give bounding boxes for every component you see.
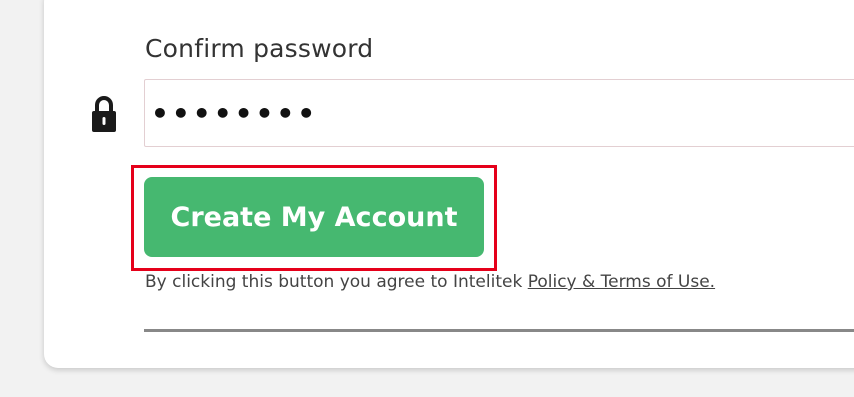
lock-icon [92, 96, 116, 132]
divider [144, 329, 854, 332]
terms-text: By clicking this button you agree to Int… [145, 272, 528, 292]
terms-notice: By clicking this button you agree to Int… [145, 272, 715, 292]
terms-link[interactable]: Policy & Terms of Use. [528, 272, 715, 292]
create-account-button[interactable]: Create My Account [144, 177, 484, 257]
confirm-password-input[interactable]: •••••••• [144, 79, 854, 147]
confirm-password-label: Confirm password [145, 34, 374, 63]
